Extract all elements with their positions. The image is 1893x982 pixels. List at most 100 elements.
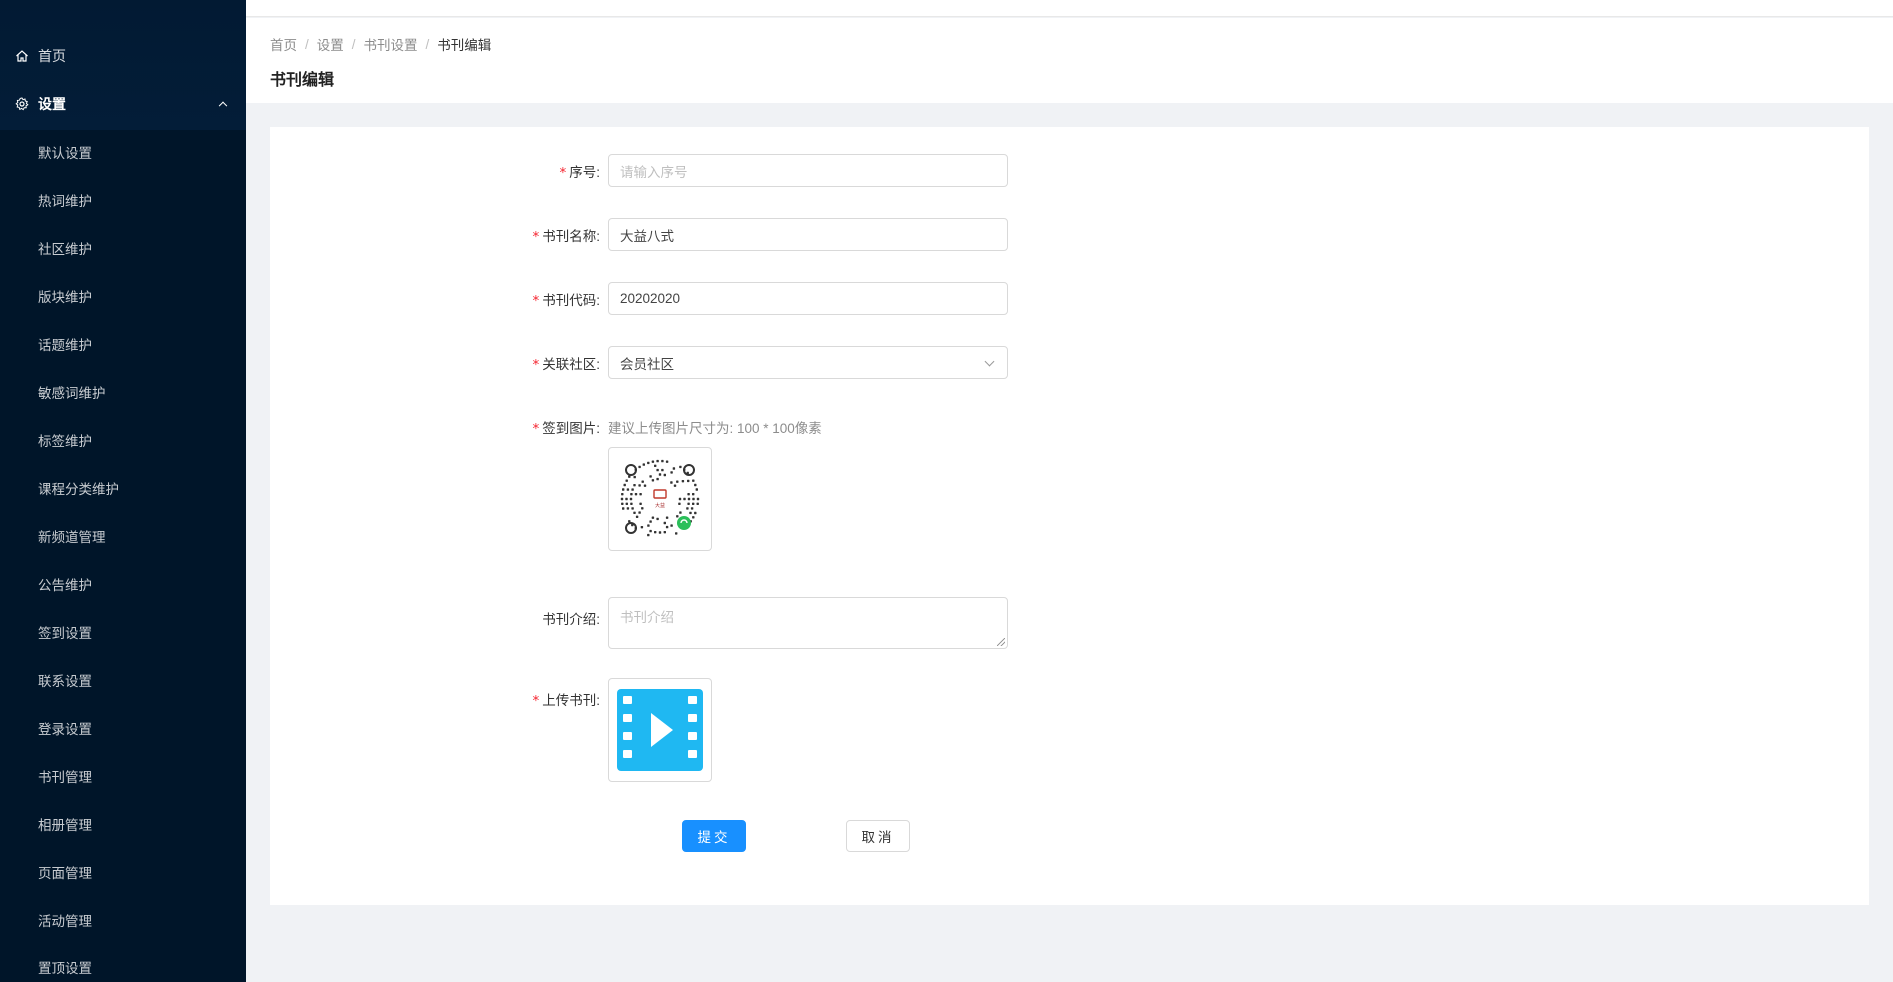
qr-dot bbox=[643, 484, 647, 487]
qr-dot bbox=[638, 511, 641, 514]
qr-dot bbox=[692, 479, 695, 482]
required-mark: * bbox=[532, 229, 540, 245]
qr-dot bbox=[658, 473, 662, 476]
qr-dot bbox=[649, 520, 652, 523]
breadcrumb-separator: / bbox=[351, 36, 356, 52]
qr-dot bbox=[696, 502, 699, 505]
sidebar-item-label: 首页 bbox=[38, 48, 66, 64]
qr-dot bbox=[658, 531, 662, 534]
qr-dot bbox=[647, 524, 650, 527]
qr-dot bbox=[625, 502, 628, 505]
submit-button[interactable]: 提交 bbox=[682, 820, 746, 852]
qr-dot bbox=[676, 515, 679, 518]
qr-dot bbox=[661, 459, 664, 463]
qr-dot bbox=[695, 488, 698, 491]
intro-placeholder: 书刊介绍 bbox=[620, 610, 674, 625]
qr-dot bbox=[670, 471, 673, 474]
sidebar-subitem[interactable]: 相册管理 bbox=[0, 800, 246, 848]
sidebar-subitem[interactable]: 置顶设置 bbox=[0, 943, 246, 982]
qr-dot bbox=[689, 511, 692, 515]
qr-dot bbox=[694, 483, 697, 487]
community-select[interactable]: 会员社区 bbox=[608, 346, 1008, 379]
sidebar-subitem[interactable]: 书刊管理 bbox=[0, 752, 246, 800]
breadcrumb-settings[interactable]: 设置 bbox=[317, 34, 344, 54]
required-mark: * bbox=[559, 165, 567, 181]
qr-dot bbox=[623, 483, 626, 487]
sidebar-subitem[interactable]: 公告维护 bbox=[0, 560, 246, 608]
qr-dot bbox=[641, 480, 644, 483]
qr-dot bbox=[630, 493, 633, 496]
page-title: 书刊编辑 bbox=[270, 72, 335, 89]
qr-dot bbox=[621, 502, 624, 505]
qr-dot bbox=[687, 497, 691, 501]
sidebar-subitem[interactable]: 热词维护 bbox=[0, 176, 246, 224]
home-icon bbox=[14, 48, 30, 64]
sidebar-subitem[interactable]: 默认设置 bbox=[0, 128, 246, 176]
qr-dot bbox=[651, 479, 655, 482]
qr-dot bbox=[639, 502, 642, 505]
seq-input[interactable]: 请输入序号 bbox=[608, 154, 1008, 187]
sidebar-subitem[interactable]: 登录设置 bbox=[0, 704, 246, 752]
qr-dot bbox=[626, 507, 630, 510]
qr-dot bbox=[665, 460, 669, 463]
qr-dot bbox=[690, 507, 694, 510]
name-label: * 书刊名称: bbox=[532, 229, 600, 245]
sidebar-subitem[interactable]: 标签维护 bbox=[0, 416, 246, 464]
qr-dot bbox=[663, 521, 666, 525]
qr-dot bbox=[649, 475, 652, 478]
seq-label: * 序号: bbox=[559, 165, 600, 181]
qr-dot bbox=[656, 468, 659, 472]
qr-dot bbox=[678, 497, 682, 501]
resize-grip-icon[interactable] bbox=[997, 638, 1005, 646]
sidebar-subitem[interactable]: 敏感词维护 bbox=[0, 368, 246, 416]
sidebar-subitem[interactable]: 话题维护 bbox=[0, 320, 246, 368]
qr-dot bbox=[634, 493, 638, 496]
required-mark: * bbox=[532, 293, 540, 309]
qr-dot bbox=[630, 502, 633, 505]
qr-dot bbox=[633, 484, 636, 487]
checkin-image-upload[interactable]: 大益 bbox=[608, 447, 712, 551]
qr-dot bbox=[622, 488, 625, 491]
sidebar-subitem[interactable]: 联系设置 bbox=[0, 656, 246, 704]
sidebar-subitem[interactable]: 新频道管理 bbox=[0, 512, 246, 560]
qr-dot bbox=[625, 497, 628, 501]
breadcrumb-home[interactable]: 首页 bbox=[270, 34, 297, 54]
name-input[interactable]: 大益八式 bbox=[608, 218, 1008, 251]
sidebar-subitem[interactable]: 课程分类维护 bbox=[0, 464, 246, 512]
sidebar-subitem[interactable]: 页面管理 bbox=[0, 848, 246, 896]
checkin-image-hint: 建议上传图片尺寸为: 100 * 100像素 bbox=[608, 421, 822, 436]
breadcrumb-book-settings[interactable]: 书刊设置 bbox=[364, 34, 418, 54]
qr-dot bbox=[694, 511, 697, 515]
qr-dot bbox=[638, 484, 641, 487]
code-input[interactable]: 20202020 bbox=[608, 282, 1008, 315]
sidebar-item-home[interactable]: 首页 bbox=[0, 32, 246, 80]
qr-dot bbox=[639, 493, 642, 496]
qr-dot bbox=[631, 507, 634, 510]
intro-textarea[interactable]: 书刊介绍 bbox=[608, 597, 1008, 649]
sidebar-item-settings[interactable]: 设置 bbox=[0, 80, 246, 128]
upload-book-box[interactable] bbox=[608, 678, 712, 782]
qr-dot bbox=[665, 525, 669, 529]
qr-dot bbox=[670, 524, 673, 527]
qr-dot bbox=[687, 502, 690, 505]
qr-dot bbox=[679, 511, 682, 514]
qr-dot bbox=[681, 480, 685, 483]
sidebar-subitem[interactable]: 版块维护 bbox=[0, 272, 246, 320]
qr-dot bbox=[692, 502, 695, 505]
breadcrumb-current: 书刊编辑 bbox=[437, 38, 492, 53]
qr-dot bbox=[631, 488, 634, 491]
qr-dot bbox=[641, 507, 644, 510]
qr-dot bbox=[692, 516, 695, 519]
sidebar-subitem[interactable]: 活动管理 bbox=[0, 896, 246, 944]
qr-dot bbox=[656, 477, 659, 481]
required-mark: * bbox=[532, 421, 540, 437]
breadcrumb: 首页 / 设置 / 书刊设置 / 书刊编辑 bbox=[270, 34, 491, 54]
qr-dot bbox=[683, 497, 686, 501]
breadcrumb-separator: / bbox=[305, 36, 309, 52]
sidebar-subitem[interactable]: 签到设置 bbox=[0, 608, 246, 656]
qr-dot bbox=[642, 463, 645, 466]
cancel-button[interactable]: 取消 bbox=[846, 820, 910, 852]
sidebar-subitem[interactable]: 社区维护 bbox=[0, 224, 246, 272]
qr-dot bbox=[663, 473, 666, 477]
qr-dot bbox=[654, 531, 657, 534]
